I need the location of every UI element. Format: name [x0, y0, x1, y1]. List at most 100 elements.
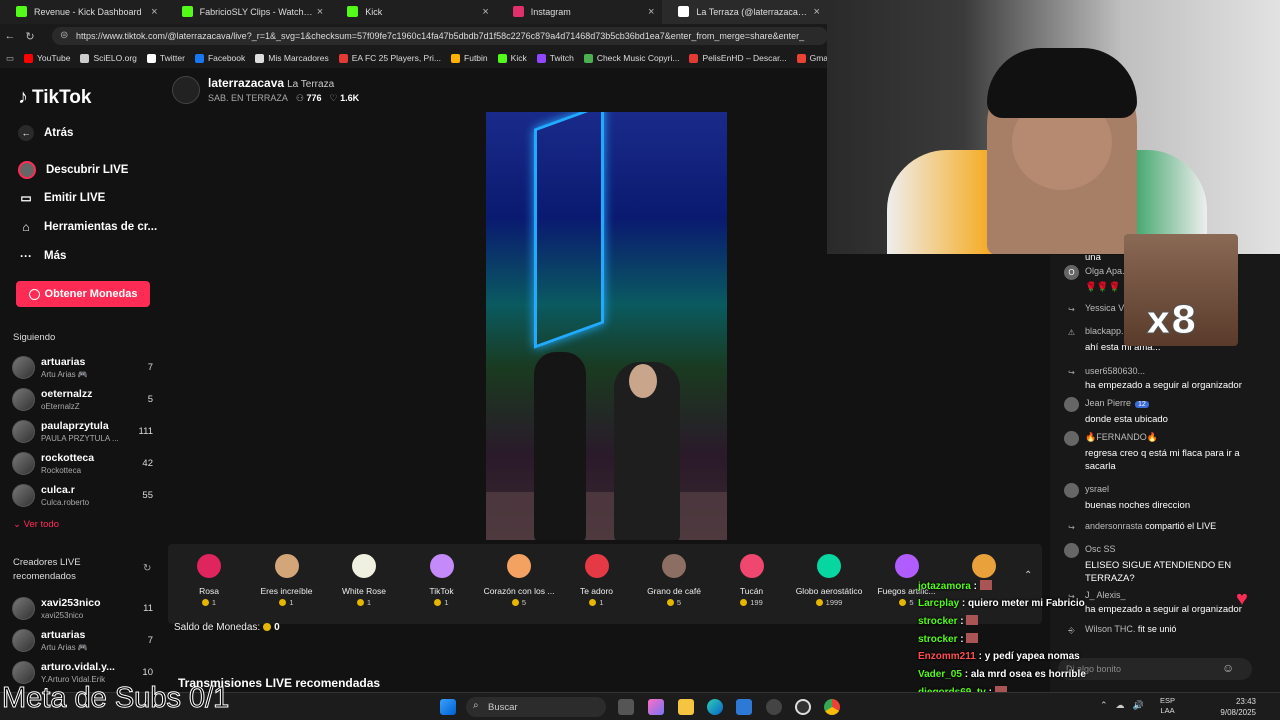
gift-item[interactable]: Eres increíble 1	[248, 550, 326, 620]
reload-icon[interactable]: ↻	[20, 30, 40, 43]
gift-item[interactable]: Rosa 1	[170, 550, 248, 620]
taskbar-clock[interactable]: 23:43 9/08/2025	[1220, 696, 1256, 718]
nav-creator-tools[interactable]: ⌂ Herramientas de cr...	[18, 220, 157, 234]
chat-username[interactable]: Osc SS	[1085, 544, 1116, 554]
gift-item[interactable]: White Rose 1	[325, 550, 403, 620]
host-avatar[interactable]	[172, 76, 200, 104]
bookmark-item[interactable]: Kick	[497, 53, 527, 63]
browser-tab[interactable]: Kick ×	[331, 0, 497, 24]
chat-avatar[interactable]	[1064, 431, 1079, 446]
person-woman	[534, 352, 586, 540]
app-icon[interactable]	[766, 699, 782, 715]
emoji-icon[interactable]: ☺	[1222, 661, 1234, 675]
refresh-icon[interactable]: ↻	[143, 563, 151, 574]
close-icon[interactable]: ×	[648, 6, 654, 18]
nav-go-live[interactable]: ▭ Emitir LIVE	[18, 191, 105, 205]
viewer-count: 11	[143, 603, 153, 614]
taskbar-search[interactable]: ⌕ Buscar	[466, 697, 606, 717]
windows-start-icon[interactable]	[440, 699, 456, 715]
bookmark-item[interactable]: Mis Marcadores	[255, 53, 329, 63]
gift-item[interactable]: Corazón con los ... 5	[480, 550, 558, 620]
tab-title: FabricioSLY Clips - Watch Live on	[199, 7, 313, 17]
chat-avatar[interactable]: O	[1064, 265, 1079, 280]
bookmark-item[interactable]: Check Music Copyri...	[583, 53, 679, 63]
obs-icon[interactable]	[795, 699, 811, 715]
nav-discover-live[interactable]: Descubrir LIVE	[18, 161, 128, 179]
bookmark-item[interactable]: Gmail	[796, 53, 828, 63]
chat-username[interactable]: Olga Apa...	[1085, 266, 1130, 276]
creator-display-name: PAULA PRZYTULA ...	[41, 434, 119, 443]
chat-avatar[interactable]: ⚠	[1064, 325, 1079, 340]
bookmark-item[interactable]: PelisEnHD – Descar...	[689, 53, 787, 63]
file-explorer-icon[interactable]	[678, 699, 694, 715]
kick-chat-line: strocker :	[918, 633, 979, 645]
followed-creator[interactable]: oeternalzz oEternalzZ 5	[12, 386, 157, 416]
gift-item[interactable]: Grano de café 5	[635, 550, 713, 620]
bookmark-item[interactable]: YouTube	[24, 53, 70, 63]
browser-tab[interactable]: La Terraza (@laterrazacava) ×	[662, 0, 828, 24]
bookmark-label: SciELO.org	[93, 53, 137, 63]
edge-icon[interactable]	[707, 699, 723, 715]
live-video-player[interactable]	[486, 112, 727, 540]
following-title: Siguiendo	[13, 332, 56, 343]
followed-creator[interactable]: rockotteca Rockotteca 42	[12, 450, 157, 480]
back-button[interactable]: ← Atrás	[18, 125, 73, 141]
creator-display-name: Culca.roberto	[41, 498, 90, 507]
chat-avatar[interactable]	[1064, 543, 1079, 558]
chat-username[interactable]: 🔥FERNANDO🔥	[1085, 432, 1158, 443]
get-coins-button[interactable]: Obtener Monedas	[16, 281, 150, 307]
followed-creator[interactable]: culca.r Culca.roberto 55	[12, 482, 157, 512]
host-name[interactable]: laterrazacava La Terraza	[208, 76, 334, 90]
browser-tab[interactable]: Instagram ×	[497, 0, 663, 24]
close-icon[interactable]: ×	[814, 6, 820, 18]
gift-item[interactable]: Tucán 199	[713, 550, 791, 620]
chat-username[interactable]: user6580630...	[1085, 366, 1145, 376]
address-bar[interactable]: ⊜ https://www.tiktok.com/@laterrazacava/…	[52, 27, 828, 45]
chrome-icon[interactable]	[824, 699, 840, 715]
sidebar-toggle-icon[interactable]: ▭	[6, 53, 14, 64]
chat-username-text: Olga Apa...	[1085, 266, 1130, 276]
browser-tab[interactable]: FabricioSLY Clips - Watch Live on ×	[166, 0, 332, 24]
followed-creator[interactable]: paulaprzytula PAULA PRZYTULA ... 111	[12, 418, 157, 448]
close-icon[interactable]: ×	[317, 6, 323, 18]
language-indicator[interactable]: ESP LAA	[1160, 696, 1175, 716]
followed-creator[interactable]: artuarias Artu Arias 🎮 7	[12, 354, 157, 384]
copilot-icon[interactable]	[648, 699, 664, 715]
bookmark-item[interactable]: Twitter	[146, 53, 185, 63]
viewer-count: 111	[138, 426, 153, 437]
gift-item[interactable]: Globo aerostático 1999	[790, 550, 868, 620]
kick-emote-icon	[966, 633, 979, 644]
gift-item[interactable]: TikTok 1	[403, 550, 481, 620]
tiktok-logo-text: TikTok	[32, 86, 92, 108]
bookmark-item[interactable]: SciELO.org	[80, 53, 137, 63]
browser-tab[interactable]: Revenue - Kick Dashboard ×	[0, 0, 166, 24]
bookmark-item[interactable]: Facebook	[194, 53, 245, 63]
close-icon[interactable]: ×	[151, 6, 157, 18]
followed-creator[interactable]: xavi253nico xavi253nico 11	[12, 595, 157, 625]
chat-avatar[interactable]	[1064, 483, 1079, 498]
chat-avatar[interactable]	[1064, 397, 1079, 412]
system-tray[interactable]: ⌃☁🔊	[1100, 700, 1152, 711]
neon-sign	[534, 112, 604, 349]
chat-avatar[interactable]: ↪	[1064, 302, 1079, 317]
task-view-icon[interactable]	[618, 699, 634, 715]
site-info-icon[interactable]: ⊜	[60, 30, 68, 41]
followed-creator[interactable]: artuarias Artu Arias 🎮 7	[12, 627, 157, 657]
bookmark-item[interactable]: Twitch	[536, 53, 574, 63]
see-all-link[interactable]: ⌄ Ver todo	[13, 519, 59, 530]
bookmark-item[interactable]: Futbin	[451, 53, 488, 63]
chat-username[interactable]: ysrael	[1085, 484, 1109, 494]
chat-username-text: user6580630...	[1085, 366, 1146, 376]
close-icon[interactable]: ×	[482, 6, 488, 18]
tiktok-logo[interactable]: ♪ TikTok	[18, 86, 91, 109]
chat-username[interactable]: Jean Pierre 12	[1085, 398, 1149, 408]
store-icon[interactable]	[736, 699, 752, 715]
bookmark-item[interactable]: EA FC 25 Players, Pri...	[338, 53, 441, 63]
nav-more[interactable]: ··· Más	[18, 249, 66, 263]
gift-item[interactable]: Te adoro 1	[558, 550, 636, 620]
back-arrow-icon[interactable]: ←	[0, 30, 20, 42]
chat-username[interactable]: andersonrasta	[1085, 521, 1143, 531]
chat-username[interactable]: blackapp...	[1085, 326, 1129, 336]
chat-avatar[interactable]: ↪	[1064, 365, 1079, 380]
chat-avatar[interactable]: ↪	[1064, 520, 1079, 535]
